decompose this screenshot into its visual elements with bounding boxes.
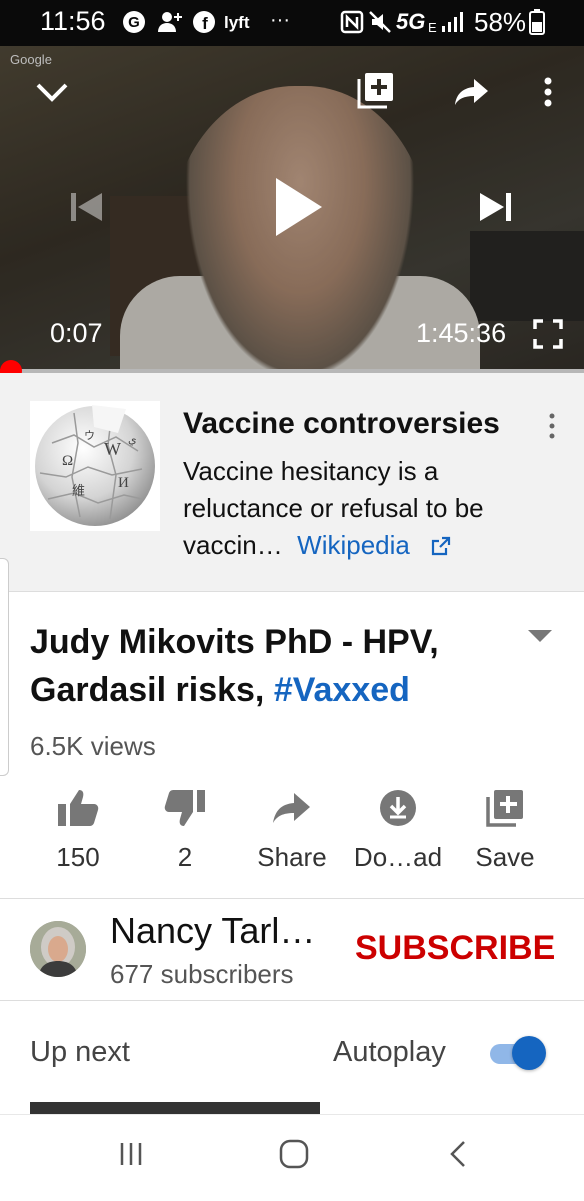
subscribe-button[interactable]: SUBSCRIBE [355, 929, 555, 968]
autoplay-toggle-knob [512, 1036, 546, 1070]
autoplay-toggle[interactable] [490, 1036, 546, 1070]
video-player[interactable]: Google 0:07 1:45:36 [0, 46, 584, 372]
recent-apps-icon[interactable] [116, 1139, 146, 1174]
signal-icon [440, 10, 466, 40]
info-card[interactable]: Ω W И 維 ウ ي Vaccine controversies Vaccin… [0, 373, 584, 592]
skip-next-icon[interactable] [476, 190, 516, 224]
side-drawer-handle[interactable] [0, 558, 9, 776]
wikipedia-link[interactable]: Wikipedia [297, 530, 410, 560]
current-time: 0:07 [50, 318, 103, 348]
status-bar: 11:56 G f lyft ··· 5G E 58% [0, 0, 584, 46]
hashtag-link[interactable]: #Vaxxed [274, 671, 410, 709]
network-subtype: E [428, 20, 437, 35]
svg-text:И: И [118, 475, 129, 491]
share-icon [242, 786, 342, 830]
google-icon: G [122, 10, 146, 40]
external-link-icon[interactable] [431, 529, 451, 566]
add-to-playlist-icon [455, 786, 555, 830]
skip-previous-icon[interactable] [66, 190, 106, 224]
svg-text:G: G [128, 14, 140, 31]
like-button[interactable]: 150 [28, 786, 128, 876]
download-label: Do…ad [353, 842, 443, 872]
download-icon [348, 786, 448, 830]
info-card-description: Vaccine hesitancy is a reluctance or ref… [183, 453, 543, 566]
svg-text:f: f [202, 14, 208, 33]
battery-icon [529, 9, 545, 41]
video-title[interactable]: Judy Mikovits PhD - HPV, Gardasil risks,… [30, 618, 530, 714]
up-next-label: Up next [30, 1036, 130, 1068]
info-card-more-icon[interactable] [540, 409, 564, 449]
channel-avatar[interactable] [30, 921, 86, 977]
share-button[interactable]: Share [242, 786, 342, 876]
share-icon[interactable] [452, 74, 492, 110]
svg-text:ي: ي [128, 434, 137, 446]
facebook-icon: f [192, 10, 216, 40]
expand-description-icon[interactable] [526, 628, 554, 646]
view-count: 6.5K views [30, 731, 156, 761]
up-next-thumbnail[interactable] [30, 1102, 320, 1114]
dislike-button[interactable]: 2 [135, 786, 235, 876]
lyft-icon: lyft [224, 10, 254, 40]
video-duration: 1:45:36 [416, 318, 507, 348]
like-count: 150 [56, 842, 100, 872]
save-label: Save [475, 842, 535, 872]
add-to-queue-icon[interactable] [356, 70, 396, 110]
dislike-count: 2 [177, 842, 193, 872]
home-icon[interactable] [278, 1139, 310, 1174]
wikipedia-logo-icon: Ω W И 維 ウ ي [30, 401, 160, 531]
svg-text:Ω: Ω [62, 453, 73, 469]
divider [0, 898, 584, 899]
status-time: 11:56 [40, 6, 106, 36]
subscriber-count: 677 subscribers [110, 959, 294, 989]
svg-text:W: W [104, 439, 121, 459]
more-notifications-icon: ··· [270, 9, 290, 31]
back-icon[interactable] [446, 1139, 470, 1174]
thumbs-up-icon [28, 786, 128, 830]
divider [0, 1000, 584, 1001]
share-label: Share [257, 842, 327, 872]
battery-percent: 58% [474, 7, 527, 37]
save-button[interactable]: Save [455, 786, 555, 876]
fullscreen-icon[interactable] [532, 318, 564, 350]
download-button[interactable]: Do…ad [348, 786, 448, 876]
nfc-icon [340, 10, 364, 40]
svg-text:維: 維 [72, 483, 85, 498]
mute-icon [368, 10, 394, 40]
google-watermark: Google [10, 52, 52, 67]
system-nav-bar [0, 1114, 584, 1201]
svg-text:ウ: ウ [84, 429, 95, 442]
more-vert-icon[interactable] [536, 74, 560, 110]
svg-text:lyft: lyft [224, 13, 250, 32]
chevron-down-icon[interactable] [30, 72, 74, 112]
thumbs-down-icon [135, 786, 235, 830]
play-icon[interactable] [270, 174, 326, 240]
network-type: 5G [396, 9, 426, 34]
autoplay-label: Autoplay [333, 1036, 446, 1068]
add-contact-icon [156, 10, 184, 40]
info-card-title[interactable]: Vaccine controversies [183, 407, 500, 441]
channel-name[interactable]: Nancy Tarl… [110, 910, 315, 952]
